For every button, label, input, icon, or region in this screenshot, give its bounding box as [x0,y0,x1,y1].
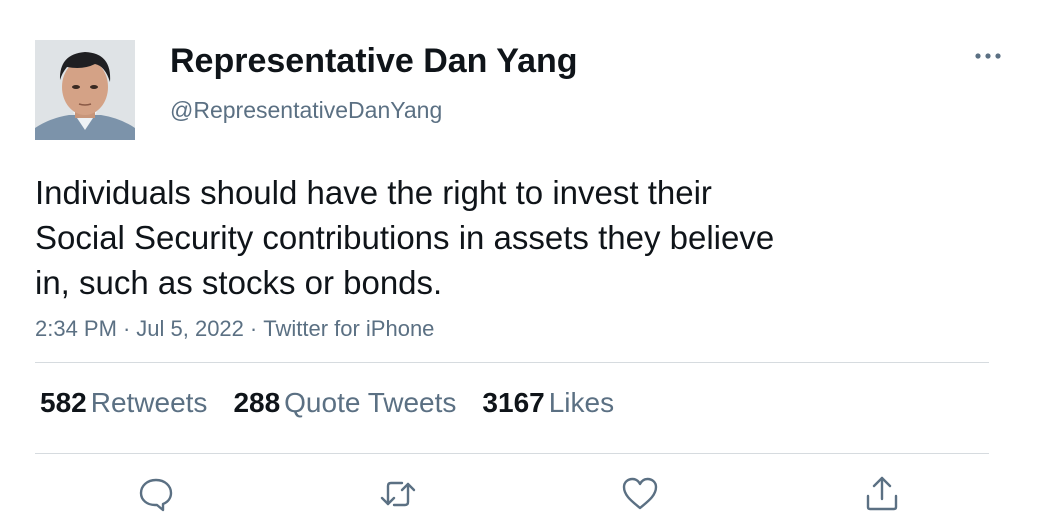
share-icon[interactable] [862,474,902,514]
tweet-text: Individuals should have the right to inv… [35,170,865,305]
tweet-source[interactable]: Twitter for iPhone [263,316,434,341]
retweets-count: 582 [40,387,87,418]
likes-label: Likes [548,387,615,418]
tweet-text-line: Social Security contributions in assets … [35,219,775,256]
tweet-date[interactable]: Jul 5, 2022 [136,316,244,341]
avatar-image [35,40,135,140]
quote-tweets-stat[interactable]: 288 Quote Tweets [233,387,456,419]
retweets-label: Retweets [90,387,208,418]
tweet-text-line: in, such as stocks or bonds. [35,264,443,301]
like-icon[interactable] [620,474,660,514]
user-handle[interactable]: @RepresentativeDanYang [170,97,442,124]
retweets-stat[interactable]: 582 Retweets [40,387,207,419]
likes-stat[interactable]: 3167 Likes [482,387,614,419]
avatar[interactable] [35,40,135,140]
tweet-card: Representative Dan Yang @RepresentativeD… [0,0,1050,525]
engagement-stats: 582 Retweets 288 Quote Tweets 3167 Likes [40,387,640,419]
reply-icon[interactable] [136,474,176,514]
divider [35,362,989,363]
divider [35,453,989,454]
display-name[interactable]: Representative Dan Yang [170,42,578,81]
tweet-meta: 2:34 PM · Jul 5, 2022 · Twitter for iPhone [35,316,434,342]
quote-tweets-label: Quote Tweets [284,387,457,418]
action-bar [0,474,1050,514]
likes-count: 3167 [482,387,545,418]
more-icon[interactable] [968,44,1008,68]
tweet-time[interactable]: 2:34 PM [35,316,117,341]
retweet-icon[interactable] [378,474,418,514]
quote-tweets-count: 288 [233,387,281,418]
meta-separator: · [249,316,258,341]
meta-separator: · [122,316,131,341]
tweet-text-line: Individuals should have the right to inv… [35,174,712,211]
